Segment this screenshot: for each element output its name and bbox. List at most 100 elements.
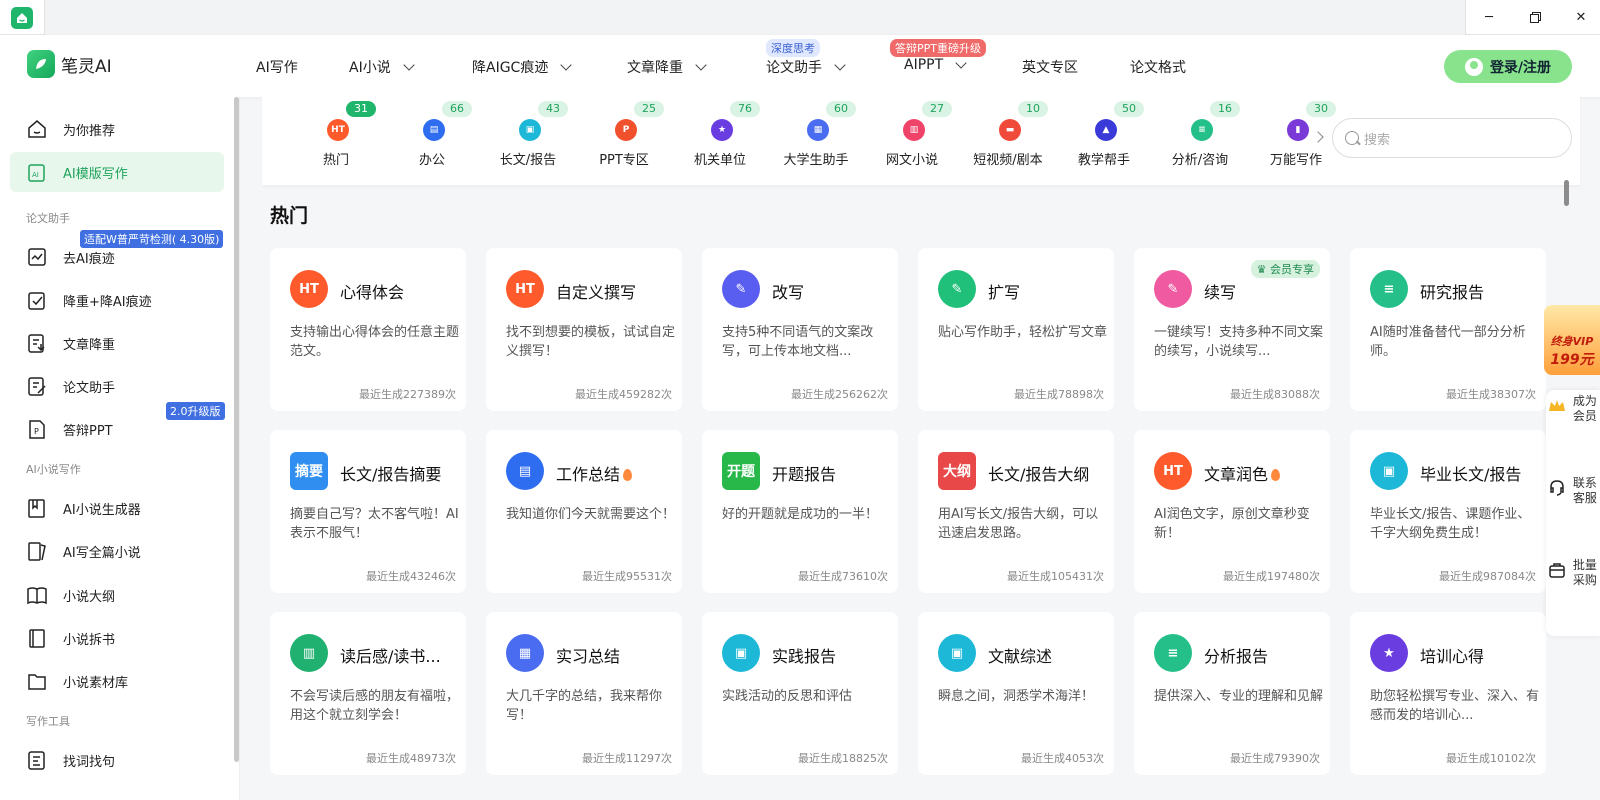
nav-thesis-assistant[interactable]: 深度思考 论文助手 [766,39,846,77]
sidebar-item-novel-generator[interactable]: AI小说生成器 [10,488,224,528]
bag-icon [1549,563,1565,578]
category-briefcase[interactable]: 66 ▤ 办公 [384,101,480,181]
template-card[interactable]: ✎ 扩写 贴心写作助手，轻松扩写文章 最近生成78898次 [918,248,1114,411]
badge-icon: ★ [1370,634,1408,672]
card-title: 文献综述 [988,643,1052,667]
nav-english[interactable]: 英文专区 [1022,57,1078,77]
template-card[interactable]: ▤ 工作总结 我知道你们今天就需要这个！ 最近生成95531次 [486,430,682,593]
float-label: 成为会员 [1572,394,1597,423]
template-card[interactable]: ▣ 实践报告 实践活动的反思和评估 最近生成18825次 [702,612,898,775]
card-title-text: 读后感/读书... [340,647,441,666]
card-description: 助您轻松撰写专业、深入、有感而发的培训心... [1370,689,1540,723]
sidebar-item-novel-material[interactable]: 小说素材库 [10,661,224,701]
restore-button[interactable] [1512,0,1558,35]
sidebar-item-check-reduce[interactable]: 降重+降AI痕迹 [10,280,224,320]
nav-label: 论文助手 [766,60,822,76]
template-card[interactable]: ≡ 分析报告 提供深入、专业的理解和见解 最近生成79390次 [1134,612,1330,775]
category-student[interactable]: 60 ▦ 大学生助手 [768,101,864,181]
template-card[interactable]: 开题 开题报告 好的开题就是成功的一半！ 最近生成73610次 [702,430,898,593]
template-card[interactable]: ★ 培训心得 助您轻松撰写专业、深入、有感而发的培训心... 最近生成10102次 [1350,612,1546,775]
category-universal[interactable]: 30 ▮ 万能写作 [1248,101,1344,181]
card-usage-count: 最近生成197480次 [1223,570,1320,583]
universal-icon: ▮ [1287,119,1309,141]
fire-icon: HT [290,270,328,308]
vip-promo[interactable]: 终身VIP 199元 [1544,305,1600,375]
category-count: 10 [1018,101,1048,117]
card-title-text: 文献综述 [988,647,1053,666]
sidebar-item-label: AI写全篇小说 [63,545,141,561]
graduation-icon: ▲ [1095,119,1117,141]
section-title: 热门 [270,205,309,227]
card-title-text: 实践报告 [772,647,837,666]
sidebar-item-ai-template[interactable]: AI AI模版写作 [10,152,224,192]
template-card[interactable]: ✎ 改写 支持5种不同语气的文案改写，可上传本地文档... 最近生成256262次 [702,248,898,411]
bulk-purchase-button[interactable]: 批量采购 [1546,558,1600,588]
nav-aippt[interactable]: 答辩PPT重磅升级 AIPPT [890,39,986,73]
template-card[interactable]: HT 自定义撰写 找不到想要的模板，试试自定义撰写！ 最近生成459282次 [486,248,682,411]
sidebar-item-defense-ppt[interactable]: P 答辩PPT [10,409,224,449]
template-card[interactable]: 大纲 长文/报告大纲 用AI写长文/报告大纲，可以迅速启发思路。 最近生成105431… [918,430,1114,593]
nav-thesis-format[interactable]: 论文格式 [1130,57,1186,77]
minimize-button[interactable]: ─ [1466,0,1512,35]
home-icon [28,120,46,138]
sidebar-item-article-reduce[interactable]: 文章降重 [10,323,224,363]
category-bar: 31 HT 热门 66 ▤ 办公 43 ▣ 长文/报告 25 P PPT专区 76 ★ 机关单位 60 ▦ 大学生… [262,97,1580,185]
doc-icon: ≡ [1154,634,1192,672]
card-title: 文章润色 [1204,461,1281,485]
category-count: 76 [730,101,760,117]
card-title: 毕业长文/报告 [1420,461,1521,485]
main-scrollbar[interactable] [1564,180,1569,206]
category-novel[interactable]: 27 ▥ 网文小说 [864,101,960,181]
sidebar-item-thesis-helper[interactable]: 论文助手 [10,366,224,406]
nav-ai-writing[interactable]: AI写作 [256,57,298,77]
card-usage-count: 最近生成18825次 [798,752,888,765]
template-card[interactable]: 摘要 长文/报告摘要 摘要自己写？太不客气啦！AI表示不服气！ 最近生成43246次 [270,430,466,593]
template-card[interactable]: ▣ 毕业长文/报告 毕业长文/报告、课题作业、千字大纲免费生成！ 最近生成987084… [1350,430,1546,593]
chevron-down-icon [560,58,573,71]
logo[interactable]: 笔灵AI [27,50,112,78]
template-card[interactable]: ▥ 读后感/读书... 不会写读后感的朋友有福啦，用这个就立刻学会！ 最近生成4897… [270,612,466,775]
search-input[interactable]: 搜索 [1332,118,1572,158]
badge-icon: ★ [711,119,733,141]
doc-icon: ≡ [1370,270,1408,308]
sidebar-item-full-novel[interactable]: AI写全篇小说 [10,531,224,571]
category-graduation[interactable]: 50 ▲ 教学帮手 [1056,101,1152,181]
card-title-text: 工作总结 [556,465,621,484]
sidebar-scrollbar[interactable] [234,97,239,762]
sidebar-item-find-words[interactable]: 找词找句 [10,740,224,780]
template-card[interactable]: HT 文章润色 AI润色文字，原创文章秒变新！ 最近生成197480次 [1134,430,1330,593]
close-button[interactable]: ✕ [1558,0,1600,35]
login-button[interactable]: 登录/注册 [1444,50,1572,83]
card-usage-count: 最近生成38307次 [1446,388,1536,401]
fire-icon: HT [1154,452,1192,490]
category-fire[interactable]: 31 HT 热门 [288,101,384,181]
deep-think-badge: 深度思考 [766,39,820,57]
nav-ai-novel[interactable]: AI小说 [349,57,415,77]
category-analysis[interactable]: 16 ≡ 分析/咨询 [1152,101,1248,181]
sidebar-item-novel-split[interactable]: 小说拆书 [10,618,224,658]
nav-label: AI小说 [349,60,391,76]
card-usage-count: 最近生成95531次 [582,570,672,583]
sidebar-item-remove-ai[interactable]: 去AI痕迹 [10,237,224,277]
nav-label: AIPPT [904,57,944,73]
template-card[interactable]: ≡ 研究报告 AI随时准备替代一部分分析师。 最近生成38307次 [1350,248,1546,411]
chevron-down-icon [695,58,707,71]
category-label: 短视频/剧本 [973,153,1043,168]
card-usage-count: 最近生成79390次 [1230,752,1320,765]
become-member-button[interactable]: 成为会员 [1546,394,1600,424]
template-card[interactable]: HT 心得体会 支持输出心得体会的任意主题范文。 最近生成227389次 [270,248,466,411]
sidebar-item-recommend[interactable]: 为你推荐 [10,109,224,149]
nav-reduce-aigc[interactable]: 降AIGC痕迹 [472,57,573,77]
nav-article-rewrite[interactable]: 文章降重 [627,57,707,77]
category-clapper[interactable]: 10 ▬ 短视频/剧本 [960,101,1056,181]
contact-service-button[interactable]: 联系客服 [1546,476,1600,506]
category-ppt[interactable]: 25 P PPT专区 [576,101,672,181]
card-description: 提供深入、专业的理解和见解 [1154,689,1324,704]
template-card[interactable]: ▣ 文献综述 瞬息之间，洞悉学术海洋！ 最近生成4053次 [918,612,1114,775]
category-badge[interactable]: 76 ★ 机关单位 [672,101,768,181]
app-home-icon[interactable] [11,7,33,29]
template-card[interactable]: ▦ 实习总结 大几千字的总结，我来帮你写！ 最近生成11297次 [486,612,682,775]
template-card[interactable]: ✎ 续写 一键续写！支持多种不同文案的续写，小说续写... 最近生成83088次 ♛ 会… [1134,248,1330,411]
category-report[interactable]: 43 ▣ 长文/报告 [480,101,576,181]
sidebar-item-novel-outline[interactable]: 小说大纲 [10,575,224,615]
